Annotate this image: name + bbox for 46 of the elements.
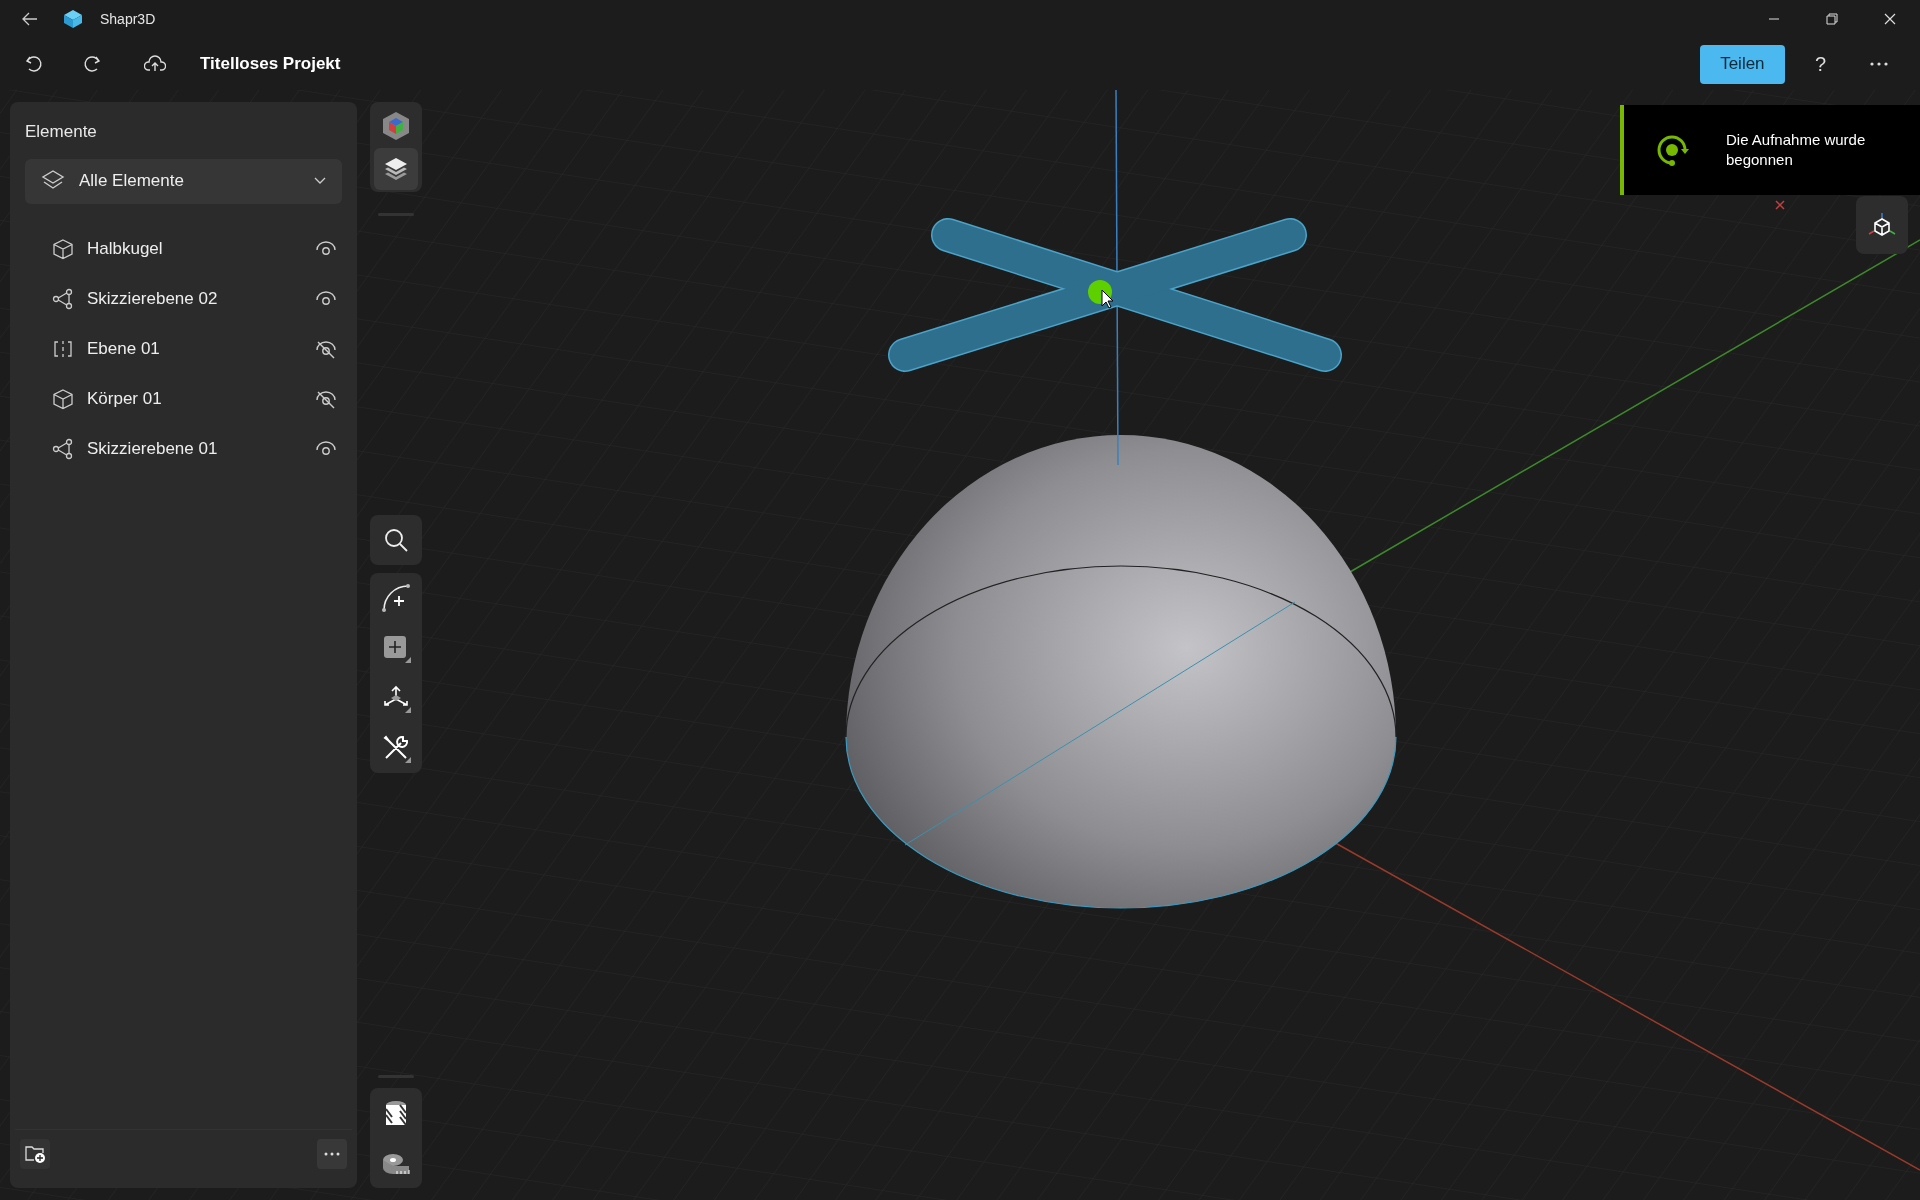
share-button[interactable]: Teilen (1699, 44, 1785, 84)
chevron-down-icon (314, 177, 326, 185)
element-row[interactable]: Skizzierebene 02 (10, 273, 357, 324)
folder-add-icon (24, 1144, 46, 1164)
eye-slash-icon[interactable] (315, 388, 337, 409)
element-row[interactable]: Körper 01 (10, 373, 357, 424)
notification-text: Die Aufnahme wurde begonnen (1726, 130, 1867, 170)
project-title: Titelloses Projekt (200, 53, 341, 76)
search-button[interactable] (370, 515, 422, 565)
orientation-cube-button[interactable] (1856, 196, 1908, 254)
panel-title: Elemente (25, 121, 98, 143)
arc-add-icon[interactable] (381, 583, 411, 613)
wrench-screwdriver-icon[interactable] (381, 733, 411, 763)
restore-icon[interactable] (1826, 13, 1838, 25)
section-cylinder-icon[interactable] (384, 1100, 408, 1128)
layers-button[interactable] (374, 148, 418, 190)
tape-measure-icon[interactable] (381, 1152, 411, 1176)
element-row[interactable]: Ebene 01 (10, 323, 357, 374)
app-logo-icon (62, 9, 84, 29)
more-icon (324, 1152, 340, 1156)
element-row[interactable]: Skizzierebene 01 (10, 423, 357, 474)
nodes-icon (52, 287, 74, 310)
cursor-icon (1101, 289, 1114, 309)
search-icon (383, 527, 409, 553)
new-folder-button[interactable] (20, 1139, 50, 1169)
redo-icon[interactable] (83, 55, 101, 73)
filter-dropdown[interactable]: Alle Elemente (25, 158, 342, 204)
more-icon[interactable] (1870, 62, 1888, 66)
cloud-upload-icon[interactable] (144, 55, 166, 73)
colored-cube-icon (381, 111, 411, 141)
help-button[interactable]: ? (1814, 49, 1826, 79)
cube-icon (52, 387, 74, 410)
app-title: Shapr3D (100, 9, 156, 29)
undo-icon[interactable] (25, 55, 43, 73)
nodes-icon (52, 437, 74, 460)
eye-slash-icon[interactable] (315, 338, 337, 359)
transform-arrows-icon[interactable] (381, 683, 411, 713)
back-arrow-icon[interactable] (22, 12, 38, 26)
close-icon[interactable] (1884, 13, 1896, 25)
axis-cube-icon (1868, 211, 1896, 239)
add-body-icon[interactable] (381, 633, 411, 663)
element-row[interactable]: Halbkugel (10, 223, 357, 274)
cube-icon (52, 237, 74, 260)
axis-x-marker-icon (1775, 200, 1785, 210)
more-options-button[interactable] (317, 1139, 347, 1169)
layers-icon (383, 156, 409, 182)
